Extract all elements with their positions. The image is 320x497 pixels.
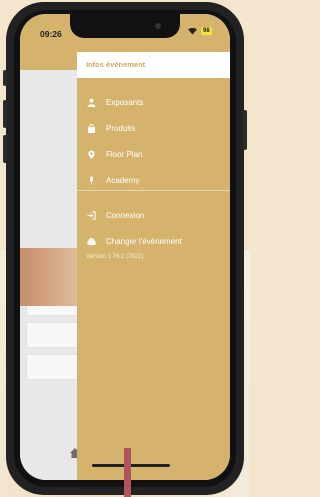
menu-item-label: Connexion: [106, 210, 145, 220]
map-pin-icon: [87, 149, 96, 159]
notch: [70, 14, 180, 38]
menu-item-label: Academy: [106, 175, 140, 185]
switch-event-icon: [87, 237, 96, 246]
menu-item-label: Produits: [106, 123, 136, 133]
drawer-header-title: Infos événement: [86, 60, 146, 69]
camera-icon: [155, 23, 161, 29]
menu-item-exposants[interactable]: Exposants: [77, 92, 230, 112]
power-button: [243, 110, 247, 150]
menu-item-label: Exposants: [106, 97, 144, 107]
menu-item-changer-evenement[interactable]: Changer l'événement: [77, 231, 230, 251]
people-icon: [87, 98, 96, 107]
status-time: 09:26: [40, 29, 62, 39]
menu-item-label: Changer l'événement: [106, 236, 182, 246]
wifi-icon: [188, 27, 197, 35]
mute-switch: [3, 70, 7, 86]
menu-item-academy[interactable]: Academy: [77, 170, 230, 190]
bag-icon: [87, 123, 96, 133]
drawer-divider: [77, 190, 230, 191]
drawer-header: Infos événement: [77, 52, 230, 78]
menu-item-label: Floor Plan: [106, 149, 143, 159]
volume-up-button: [3, 100, 7, 128]
menu-item-produits[interactable]: Produits: [77, 118, 230, 138]
menu-item-floor-plan[interactable]: Floor Plan: [77, 144, 230, 164]
login-icon: [87, 210, 96, 220]
volume-down-button: [3, 135, 7, 163]
microphone-icon: [87, 175, 96, 185]
screen: 09:26 98 Infos événement Exposants Produ…: [20, 14, 230, 480]
scroll-marker: [124, 448, 131, 497]
version-label: Version 1.76.2 (7822): [86, 254, 144, 260]
battery-icon: 98: [201, 27, 212, 35]
status-icons: 98: [188, 27, 212, 35]
home-indicator[interactable]: [92, 464, 170, 467]
navigation-drawer: Infos événement Exposants Produits Floor…: [77, 14, 230, 480]
menu-item-connexion[interactable]: Connexion: [77, 205, 230, 225]
